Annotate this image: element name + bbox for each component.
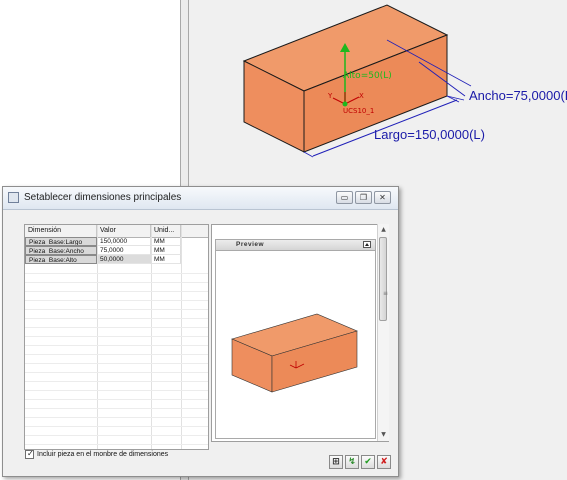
ucs-x-label: X xyxy=(359,92,364,100)
restore-button[interactable]: ❐ xyxy=(355,191,372,204)
dimension-cell[interactable]: Pieza_Base:Ancho xyxy=(25,246,97,255)
preview-scrollbar[interactable]: ▲ ≡ ▼ xyxy=(377,224,389,441)
window-icon xyxy=(8,192,19,203)
ucs-origin-icon xyxy=(342,101,348,107)
scroll-thumb[interactable]: ≡ xyxy=(379,237,388,321)
grid-divider xyxy=(25,336,208,337)
ancho-label: Ancho=75,0000(L) xyxy=(469,88,567,103)
grid-divider xyxy=(25,354,208,355)
unit-cell[interactable]: MM xyxy=(151,237,181,246)
value-cell[interactable]: 150,0000 xyxy=(97,237,151,246)
grid-divider xyxy=(25,399,208,400)
measure-button[interactable]: ⊞ xyxy=(329,455,343,469)
grid-divider xyxy=(25,381,208,382)
checkmark-icon: ✓ xyxy=(27,449,34,458)
preview-title: Preview xyxy=(236,241,265,248)
cancel-icon: ✘ xyxy=(380,457,388,467)
dimensions-grid[interactable]: Dimensión Valor Unid... Pieza_Base:Largo… xyxy=(24,224,209,450)
grid-divider xyxy=(25,345,208,346)
grid-divider xyxy=(25,390,208,391)
grid-divider xyxy=(25,426,208,427)
grid-divider xyxy=(25,444,208,445)
ancho-extension-line-2 xyxy=(446,95,465,101)
collapse-icon[interactable] xyxy=(363,241,371,248)
grid-divider xyxy=(25,435,208,436)
grid-divider xyxy=(25,309,208,310)
value-cell[interactable]: 75,0000 xyxy=(97,246,151,255)
grid-divider xyxy=(25,408,208,409)
scroll-down-icon[interactable]: ▼ xyxy=(380,431,387,439)
unit-cell[interactable]: MM xyxy=(151,255,181,264)
ucs-name-label: UCS10_1 xyxy=(343,107,374,115)
grid-divider xyxy=(25,318,208,319)
preview-canvas xyxy=(231,313,358,393)
close-button[interactable]: ✕ xyxy=(374,191,391,204)
include-part-checkbox[interactable]: ✓ xyxy=(25,449,34,459)
grid-divider xyxy=(25,372,208,373)
grid-divider xyxy=(25,291,208,292)
cancel-button[interactable]: ✘ xyxy=(377,455,391,469)
grid-divider xyxy=(25,363,208,364)
largo-label: Largo=150,0000(L) xyxy=(374,127,485,142)
include-part-label: Incluir pieza en el monbre de dimensione… xyxy=(37,451,169,458)
largo-extension-line xyxy=(303,151,314,158)
ok-button[interactable]: ✔ xyxy=(361,455,375,469)
value-cell[interactable]: 50,0000 xyxy=(97,255,151,264)
column-header-dimension[interactable]: Dimensión xyxy=(25,225,97,237)
select-button[interactable]: ↯ xyxy=(345,455,359,469)
dialog-title: Setablecer dimensiones principales xyxy=(24,192,182,203)
restore-icon: ❐ xyxy=(359,193,368,202)
grid-divider xyxy=(25,417,208,418)
preview-header: Preview xyxy=(216,240,375,251)
alto-label: Alto=50(L) xyxy=(343,71,392,81)
minimize-button[interactable]: ▭ xyxy=(336,191,353,204)
dimension-cell[interactable]: Pieza_Base:Alto xyxy=(25,255,97,264)
minimize-icon: ▭ xyxy=(340,193,349,202)
grid-divider xyxy=(25,300,208,301)
close-icon: ✕ xyxy=(379,193,386,202)
column-header-value[interactable]: Valor xyxy=(97,225,151,237)
grid-divider xyxy=(25,327,208,328)
dialog-titlebar[interactable]: Setablecer dimensiones principales ▭ ❐ ✕ xyxy=(3,187,398,210)
preview-panel: Preview xyxy=(215,239,376,439)
ucs-y-label: Y xyxy=(327,92,333,100)
measure-icon: ⊞ xyxy=(332,457,340,467)
grid-divider xyxy=(25,273,208,274)
ok-icon: ✔ xyxy=(364,457,372,467)
column-header-unit[interactable]: Unid... xyxy=(151,225,181,237)
scroll-up-icon[interactable]: ▲ xyxy=(380,226,387,234)
dimension-cell[interactable]: Pieza_Base:Largo xyxy=(25,237,97,246)
select-icon: ↯ xyxy=(348,457,356,467)
unit-cell[interactable]: MM xyxy=(151,246,181,255)
set-main-dimensions-dialog: Setablecer dimensiones principales ▭ ❐ ✕… xyxy=(2,186,399,477)
grid-divider xyxy=(25,282,208,283)
